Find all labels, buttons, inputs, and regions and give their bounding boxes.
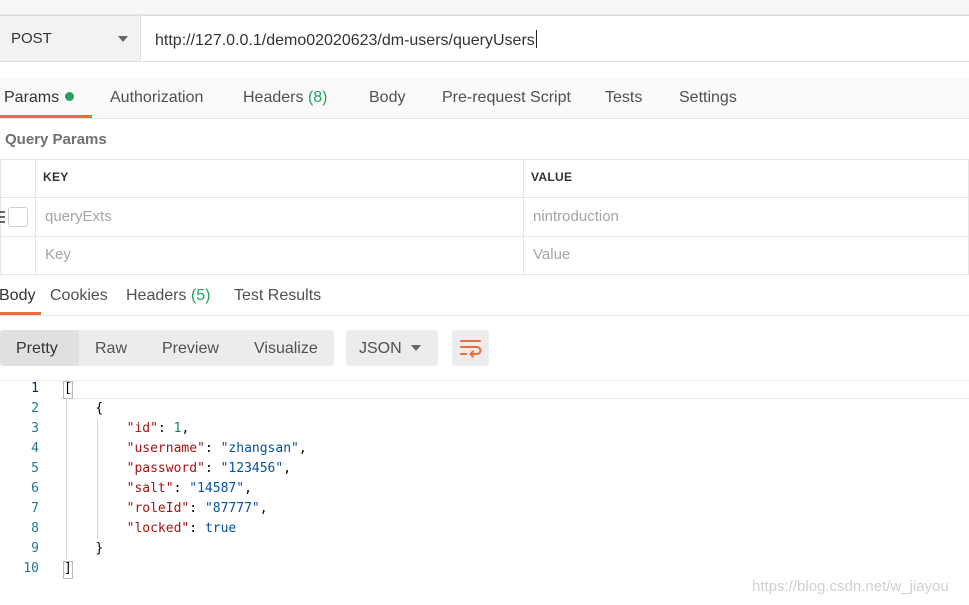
table-divider (523, 159, 524, 275)
status-dot-icon (65, 92, 75, 101)
json-value: 1 (173, 421, 182, 436)
line-number: 2 (31, 401, 39, 416)
json-value: "14587" (189, 481, 245, 496)
preview-button[interactable]: Preview (162, 340, 219, 358)
json-key: "salt" (126, 481, 174, 496)
tab-params[interactable]: Params (4, 89, 75, 107)
json-comma: , (259, 501, 268, 516)
json-key: "locked" (126, 521, 190, 536)
json-colon: : (173, 481, 190, 496)
json-colon: : (157, 421, 174, 436)
line-number: 8 (31, 521, 39, 536)
json-colon: : (189, 501, 205, 516)
tab-tests[interactable]: Tests (605, 89, 642, 107)
param-value-input[interactable]: nintroduction (533, 208, 619, 225)
indent-guide (66, 399, 67, 559)
chevron-down-icon[interactable] (118, 36, 128, 42)
json-comma: , (298, 441, 307, 456)
response-headers-count: (5) (190, 287, 211, 304)
line-number: 5 (31, 461, 39, 476)
json-key: "password" (126, 461, 205, 476)
json-colon: : (189, 521, 205, 536)
json-colon: : (204, 461, 221, 476)
top-strip (0, 0, 969, 15)
table-divider (35, 159, 36, 275)
json-value: "87777" (204, 501, 260, 516)
tab-headers[interactable]: Headers (8) (243, 89, 328, 107)
wrap-lines-icon (460, 340, 482, 358)
tab-body[interactable]: Body (369, 89, 405, 107)
method-label: POST (11, 30, 52, 47)
active-tab-indicator (0, 115, 92, 118)
tab-settings[interactable]: Settings (679, 89, 737, 107)
line-number: 4 (31, 441, 39, 456)
tab-headers-label: Headers (243, 89, 304, 106)
param-key-input[interactable]: queryExts (45, 208, 112, 225)
query-params-title: Query Params (5, 131, 107, 148)
json-value: true (204, 521, 237, 536)
json-key: "roleId" (126, 501, 190, 516)
visualize-button[interactable]: Visualize (254, 340, 318, 358)
params-table (0, 159, 969, 275)
json-comma: , (283, 461, 292, 476)
line-number: 10 (23, 561, 39, 576)
indent-guide (97, 419, 99, 539)
tab-pre-request-script[interactable]: Pre-request Script (442, 89, 571, 107)
json-value: "123456" (220, 461, 284, 476)
code-close-brace: } (95, 541, 104, 556)
response-tab-test-results[interactable]: Test Results (234, 287, 321, 305)
line-number: 9 (31, 541, 39, 556)
json-key: "username" (126, 441, 205, 456)
response-tab-cookies[interactable]: Cookies (50, 287, 108, 305)
json-comma: , (181, 421, 190, 436)
tab-params-label: Params (4, 89, 60, 106)
table-divider (0, 197, 969, 198)
code-open-brace: { (95, 401, 104, 416)
key-column-header: KEY (43, 170, 69, 184)
bracket-match-highlight (63, 381, 73, 399)
param-checkbox[interactable] (8, 207, 28, 227)
pretty-button[interactable]: Pretty (16, 340, 58, 358)
json-key: "id" (126, 421, 158, 436)
new-value-input[interactable]: Value (533, 246, 570, 263)
active-response-tab-indicator (0, 312, 41, 315)
json-colon: : (204, 441, 221, 456)
table-divider (0, 236, 969, 237)
headers-count: (8) (307, 89, 328, 106)
line-number: 1 (31, 381, 39, 396)
raw-button[interactable]: Raw (95, 340, 127, 358)
text-cursor (535, 30, 537, 48)
format-label: JSON (359, 340, 402, 357)
url-text[interactable]: http://127.0.0.1/demo02020623/dm-users/q… (155, 30, 537, 50)
json-comma: , (244, 481, 252, 496)
response-tab-headers[interactable]: Headers (5) (126, 287, 211, 305)
wrap-lines-button[interactable] (452, 330, 489, 366)
chevron-down-icon[interactable] (411, 345, 421, 351)
line-number: 3 (31, 421, 39, 436)
tab-authorization[interactable]: Authorization (110, 89, 203, 107)
bracket-match-highlight (63, 561, 73, 579)
line-number: 7 (31, 501, 39, 516)
line-number: 6 (31, 481, 39, 496)
drag-handle-icon[interactable] (0, 211, 5, 223)
current-line-highlight (60, 381, 969, 399)
watermark: https://blog.csdn.net/w_jiayou (752, 578, 949, 595)
response-tab-body[interactable]: Body (0, 287, 35, 305)
response-tab-headers-label: Headers (126, 287, 187, 304)
new-key-input[interactable]: Key (45, 246, 71, 263)
value-column-header: VALUE (531, 170, 573, 184)
json-value: "zhangsan" (220, 441, 299, 456)
